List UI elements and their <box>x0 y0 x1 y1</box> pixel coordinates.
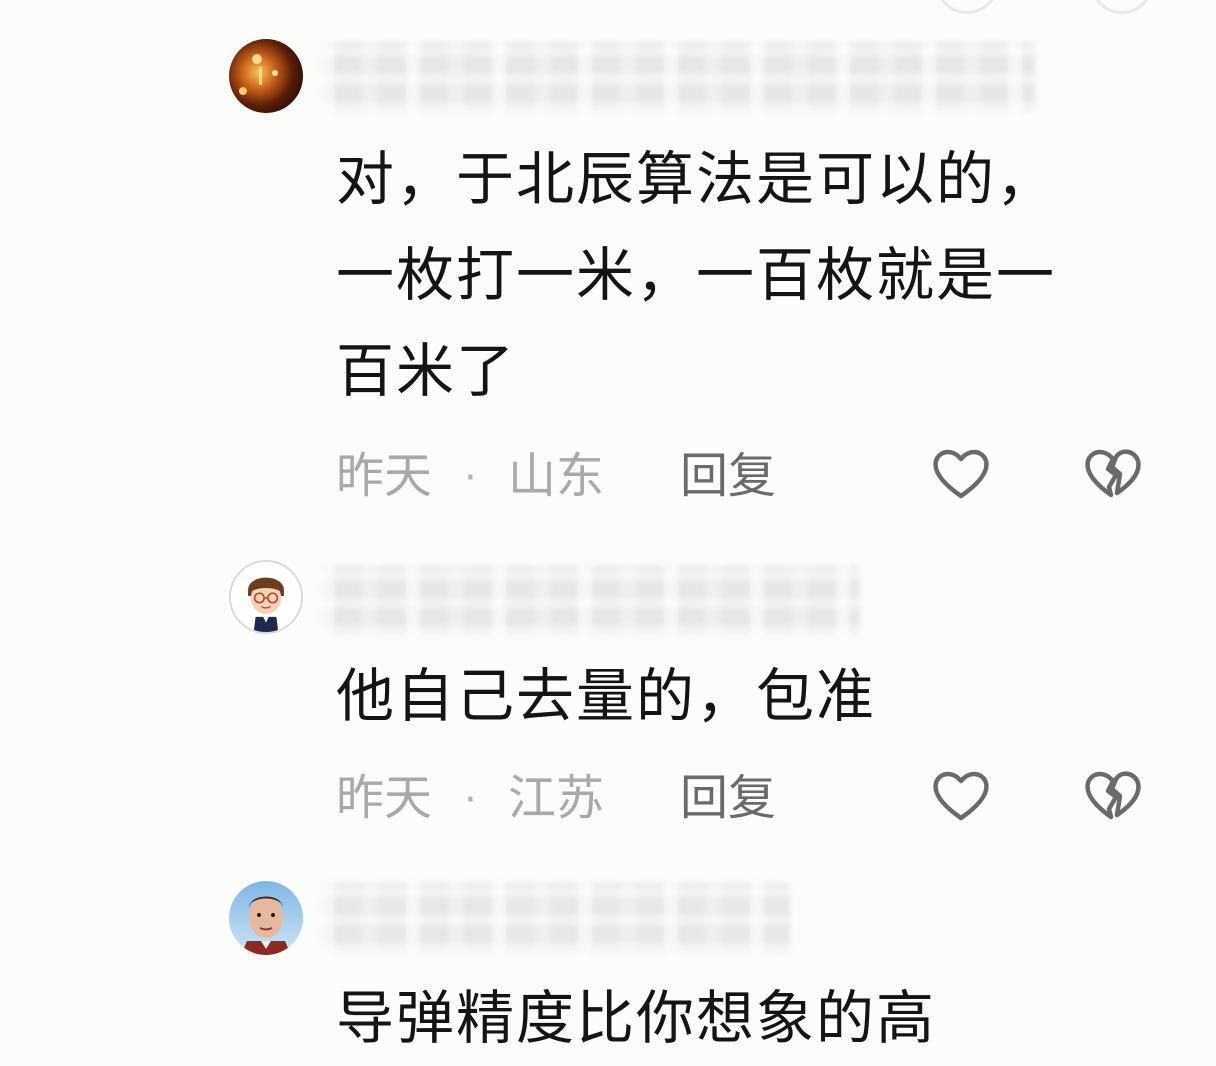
reply-button[interactable]: 回复 <box>680 446 776 506</box>
comment-text-line: 百米了 <box>336 337 517 405</box>
comment-text-line: 导弹精度比你想象的高 <box>336 984 937 1052</box>
comment-text: 对，于北辰算法是可以的， 一枚打一米，一百枚就是一 百米了 <box>336 131 1136 419</box>
top-partial-avatar <box>935 0 999 14</box>
broken-heart-icon[interactable] <box>1082 765 1144 827</box>
username-redacted <box>320 42 1035 112</box>
like-heart-icon[interactable] <box>930 443 992 505</box>
like-heart-icon[interactable] <box>930 765 992 827</box>
meta-separator: · <box>464 455 477 501</box>
avatar[interactable] <box>229 39 303 113</box>
comment-time: 昨天 <box>336 770 433 826</box>
comment-location: 山东 <box>508 448 605 504</box>
username-redacted <box>320 883 790 953</box>
avatar[interactable] <box>229 560 303 634</box>
comment-text: 他自己去量的，包准 <box>336 648 1136 744</box>
comment-location: 江苏 <box>508 770 605 826</box>
avatar[interactable] <box>229 881 303 955</box>
comment-text-line: 他自己去量的，包准 <box>336 662 877 730</box>
meta-separator: · <box>464 777 477 823</box>
top-partial-avatar <box>1090 0 1154 14</box>
broken-heart-icon[interactable] <box>1082 443 1144 505</box>
comment-time: 昨天 <box>336 448 433 504</box>
comment-text: 导弹精度比你想象的高 <box>336 970 1136 1066</box>
comment-text-line: 对，于北辰算法是可以的， <box>336 145 1057 213</box>
username-redacted <box>320 566 860 636</box>
reply-button[interactable]: 回复 <box>680 768 776 828</box>
comment-text-line: 一枚打一米，一百枚就是一 <box>336 241 1057 309</box>
